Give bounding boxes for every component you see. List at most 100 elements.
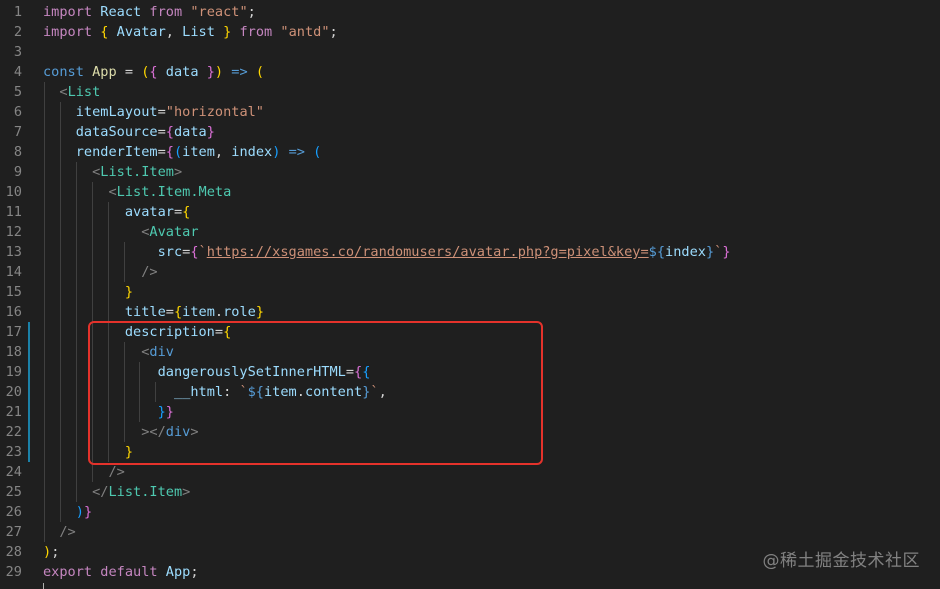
code-line[interactable]: 25 </List.Item>	[0, 482, 940, 502]
code-token: (	[313, 144, 322, 160]
code-line[interactable]: 11 avatar={	[0, 202, 940, 222]
line-number: 14	[5, 264, 22, 280]
code-line[interactable]: 1 import React from "react";	[0, 2, 940, 22]
line-number: 9	[13, 164, 22, 180]
code-token: }	[705, 244, 715, 260]
code-text: avatar={	[43, 202, 190, 222]
code-line[interactable]: 9 <List.Item>	[0, 162, 940, 182]
line-number: 4	[13, 64, 22, 80]
code-token: React	[100, 4, 142, 20]
code-token: "horizontal"	[165, 104, 264, 120]
code-line[interactable]: 27 />	[0, 522, 940, 542]
code-line[interactable]: 6 itemLayout="horizontal"	[0, 102, 940, 122]
code-text: title={item.role}	[43, 302, 264, 322]
code-token: `	[198, 244, 207, 260]
code-line[interactable]: 10 <List.Item.Meta	[0, 182, 940, 202]
code-line[interactable]: 13 src={`https://xsgames.co/randomusers/…	[0, 242, 940, 262]
code-token: >	[182, 484, 191, 500]
code-line[interactable]: 16 title={item.role}	[0, 302, 940, 322]
code-line[interactable]: 3	[0, 42, 940, 62]
code-token: =	[157, 104, 166, 120]
code-token: ;	[329, 24, 338, 40]
code-token: "antd"	[280, 24, 330, 40]
code-text: );	[43, 542, 59, 562]
code-token: }	[206, 124, 215, 140]
code-token: item	[182, 144, 215, 160]
line-number: 28	[5, 544, 22, 560]
line-number: 29	[5, 564, 22, 580]
line-number: 11	[5, 204, 22, 220]
code-token: List	[182, 24, 215, 40]
line-number: 25	[5, 484, 22, 500]
line-number: 13	[5, 244, 22, 260]
line-number: 7	[13, 124, 22, 140]
code-token: }	[255, 304, 265, 320]
line-number: 3	[13, 44, 22, 60]
code-token: <	[108, 184, 117, 200]
code-text: export default App;	[43, 562, 199, 582]
code-line[interactable]: 12 <Avatar	[0, 222, 940, 242]
code-line[interactable]: 26 )}	[0, 502, 940, 522]
code-token: renderItem	[75, 144, 158, 160]
code-token: ;	[51, 544, 60, 560]
code-text: />	[43, 262, 158, 282]
code-token: =>	[288, 144, 305, 160]
code-token: List.Item.Meta	[116, 184, 232, 200]
code-token: =	[157, 144, 166, 160]
code-text: />	[43, 462, 124, 482]
code-token: />	[59, 524, 76, 540]
code-token: default	[100, 564, 158, 580]
code-token: {	[149, 64, 158, 80]
code-token: }	[206, 64, 215, 80]
code-token: =	[157, 124, 166, 140]
code-line[interactable]: 4 const App = ({ data }) => (	[0, 62, 940, 82]
code-token: index	[231, 144, 273, 160]
code-token: role	[223, 304, 256, 320]
code-text: <List.Item>	[43, 162, 182, 182]
line-number: 5	[13, 84, 22, 100]
line-number: 2	[13, 24, 22, 40]
code-text: import { Avatar, List } from "antd";	[43, 22, 338, 42]
code-token: (	[173, 144, 183, 160]
code-line[interactable]: 8 renderItem={(item, index) => (	[0, 142, 940, 162]
code-line[interactable]: 15 }	[0, 282, 940, 302]
code-token: App	[165, 564, 191, 580]
code-text: )}	[43, 502, 92, 522]
code-line[interactable]: 14 />	[0, 262, 940, 282]
code-token: const	[43, 64, 84, 80]
line-number: 20	[5, 384, 22, 400]
code-token: from	[149, 4, 183, 20]
code-token: data	[165, 64, 199, 80]
code-line[interactable]: 2 import { Avatar, List } from "antd";	[0, 22, 940, 42]
code-line[interactable]: 24 />	[0, 462, 940, 482]
code-text: <List	[43, 82, 100, 102]
code-text: import React from "react";	[43, 2, 256, 22]
code-token: =	[173, 204, 183, 220]
code-token: />	[141, 264, 158, 280]
code-token: {	[173, 304, 183, 320]
code-editor[interactable]: 1 import React from "react"; 2 import { Ava…	[0, 0, 940, 589]
code-token: "react"	[190, 4, 248, 20]
code-token: item	[182, 304, 215, 320]
line-number: 12	[5, 224, 22, 240]
code-token: ${	[648, 244, 666, 260]
code-text: <Avatar	[43, 222, 198, 242]
code-line[interactable]: 7 dataSource={data}	[0, 122, 940, 142]
code-line[interactable]: 5 <List	[0, 82, 940, 102]
line-number: 18	[5, 344, 22, 360]
code-text: itemLayout="horizontal"	[43, 102, 264, 122]
code-token: )	[214, 64, 224, 80]
